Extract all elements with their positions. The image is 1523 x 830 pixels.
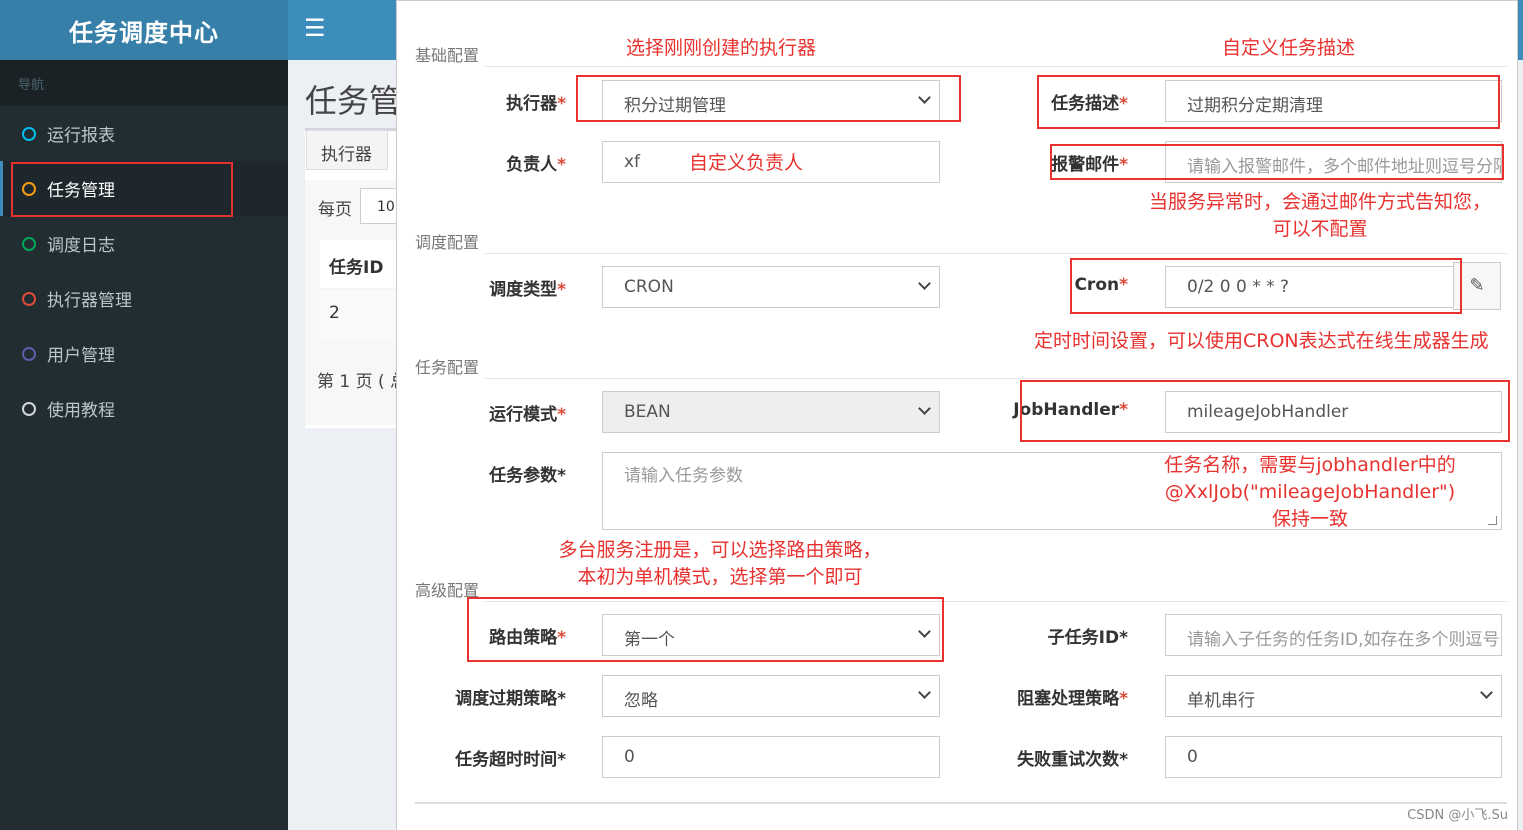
circle-icon [22, 236, 36, 251]
page-title: 任务管 [305, 82, 402, 120]
sidebar-item-report[interactable]: 运行报表 [0, 106, 288, 161]
glue-type-label: 运行模式* [489, 405, 566, 425]
per-page-label: 每页 [318, 200, 352, 220]
annotation-executor: 选择刚刚创建的执行器 [626, 37, 817, 59]
annotation-box-email [1050, 144, 1504, 180]
annotation-handler: 任务名称，需要与jobhandler中的 @XxlJob("mileageJobH… [1164, 454, 1456, 530]
executor-label: 执行器* [506, 94, 566, 114]
per-page-select[interactable]: 10 [360, 188, 400, 224]
circle-icon [22, 291, 36, 306]
circle-icon [22, 401, 36, 416]
glue-type-select[interactable]: BEAN [602, 391, 940, 433]
child-job-label: 子任务ID* [1047, 628, 1128, 648]
pager-info: 第 1 页 ( 总 [317, 372, 408, 392]
chevron-down-icon [1480, 686, 1493, 699]
annotation-box-job-manage [11, 162, 233, 217]
executor-filter-button[interactable]: 执行器 [306, 130, 388, 170]
sidebar-item-label: 调度日志 [47, 236, 115, 256]
annotation-email: 当服务异常时，会通过邮件方式告知您， 可以不配置 [1148, 191, 1491, 240]
schedule-type-select[interactable]: CRON [602, 266, 940, 308]
timeout-label: 任务超时时间* [455, 750, 566, 770]
chevron-down-icon [918, 402, 931, 415]
fail-retry-input[interactable]: 0 [1165, 736, 1502, 778]
block-strategy-select[interactable]: 单机串行 [1165, 675, 1502, 717]
job-param-label: 任务参数* [489, 466, 566, 486]
sidebar-item-label: 执行器管理 [47, 291, 132, 311]
annotation-job-desc: 自定义任务描述 [1222, 37, 1356, 59]
sidebar-item-label: 用户管理 [47, 346, 115, 366]
sidebar-item-help[interactable]: 使用教程 [0, 381, 288, 436]
sidebar-header: 导航 [0, 60, 288, 106]
block-strategy-label: 阻塞处理策略* [1017, 689, 1128, 709]
section-divider [485, 378, 1507, 379]
brand-title[interactable]: 任务调度中心 [0, 0, 288, 60]
circle-icon [22, 126, 36, 141]
watermark: CSDN @小飞.Su [1407, 808, 1508, 823]
annotation-author: 自定义负责人 [689, 152, 804, 174]
annotation-box-handler [1020, 380, 1510, 442]
annotation-box-route [467, 597, 944, 662]
table-cell-task-id: 2 [320, 290, 400, 340]
section-divider [485, 66, 1507, 67]
section-divider [485, 253, 1507, 254]
section-schedule: 调度配置 [415, 233, 480, 252]
modal-footer-divider [415, 802, 1507, 804]
sidebar-item-label: 使用教程 [47, 401, 115, 421]
child-job-input[interactable]: 请输入子任务的任务ID,如存在多个则逗号分隔 [1165, 614, 1502, 656]
sidebar-item-executor-manage[interactable]: 执行器管理 [0, 271, 288, 326]
annotation-box-executor [576, 75, 961, 122]
misfire-label: 调度过期策略* [455, 689, 566, 709]
section-basic: 基础配置 [415, 46, 480, 65]
annotation-box-job-desc [1037, 75, 1500, 129]
timeout-input[interactable]: 0 [602, 736, 940, 778]
sidebar-item-label: 运行报表 [47, 126, 115, 146]
circle-icon [22, 346, 36, 361]
fail-retry-label: 失败重试次数* [1017, 750, 1128, 770]
annotation-cron: 定时时间设置，可以使用CRON表达式在线生成器生成 [1034, 330, 1489, 352]
section-task: 任务配置 [415, 358, 480, 377]
schedule-type-label: 调度类型* [489, 280, 566, 300]
sidebar-item-job-log[interactable]: 调度日志 [0, 216, 288, 271]
sidebar-item-user-manage[interactable]: 用户管理 [0, 326, 288, 381]
chevron-down-icon [918, 277, 931, 290]
chevron-down-icon [918, 686, 931, 699]
menu-icon[interactable]: ☰ [304, 14, 326, 42]
annotation-box-cron [1070, 258, 1462, 314]
author-label: 负责人* [506, 155, 566, 175]
table-header-task-id: 任务ID [320, 240, 400, 290]
annotation-route: 多台服务注册是，可以选择路由策略， 本初为单机模式，选择第一个即可 [558, 539, 882, 588]
misfire-select[interactable]: 忽略 [602, 675, 940, 717]
